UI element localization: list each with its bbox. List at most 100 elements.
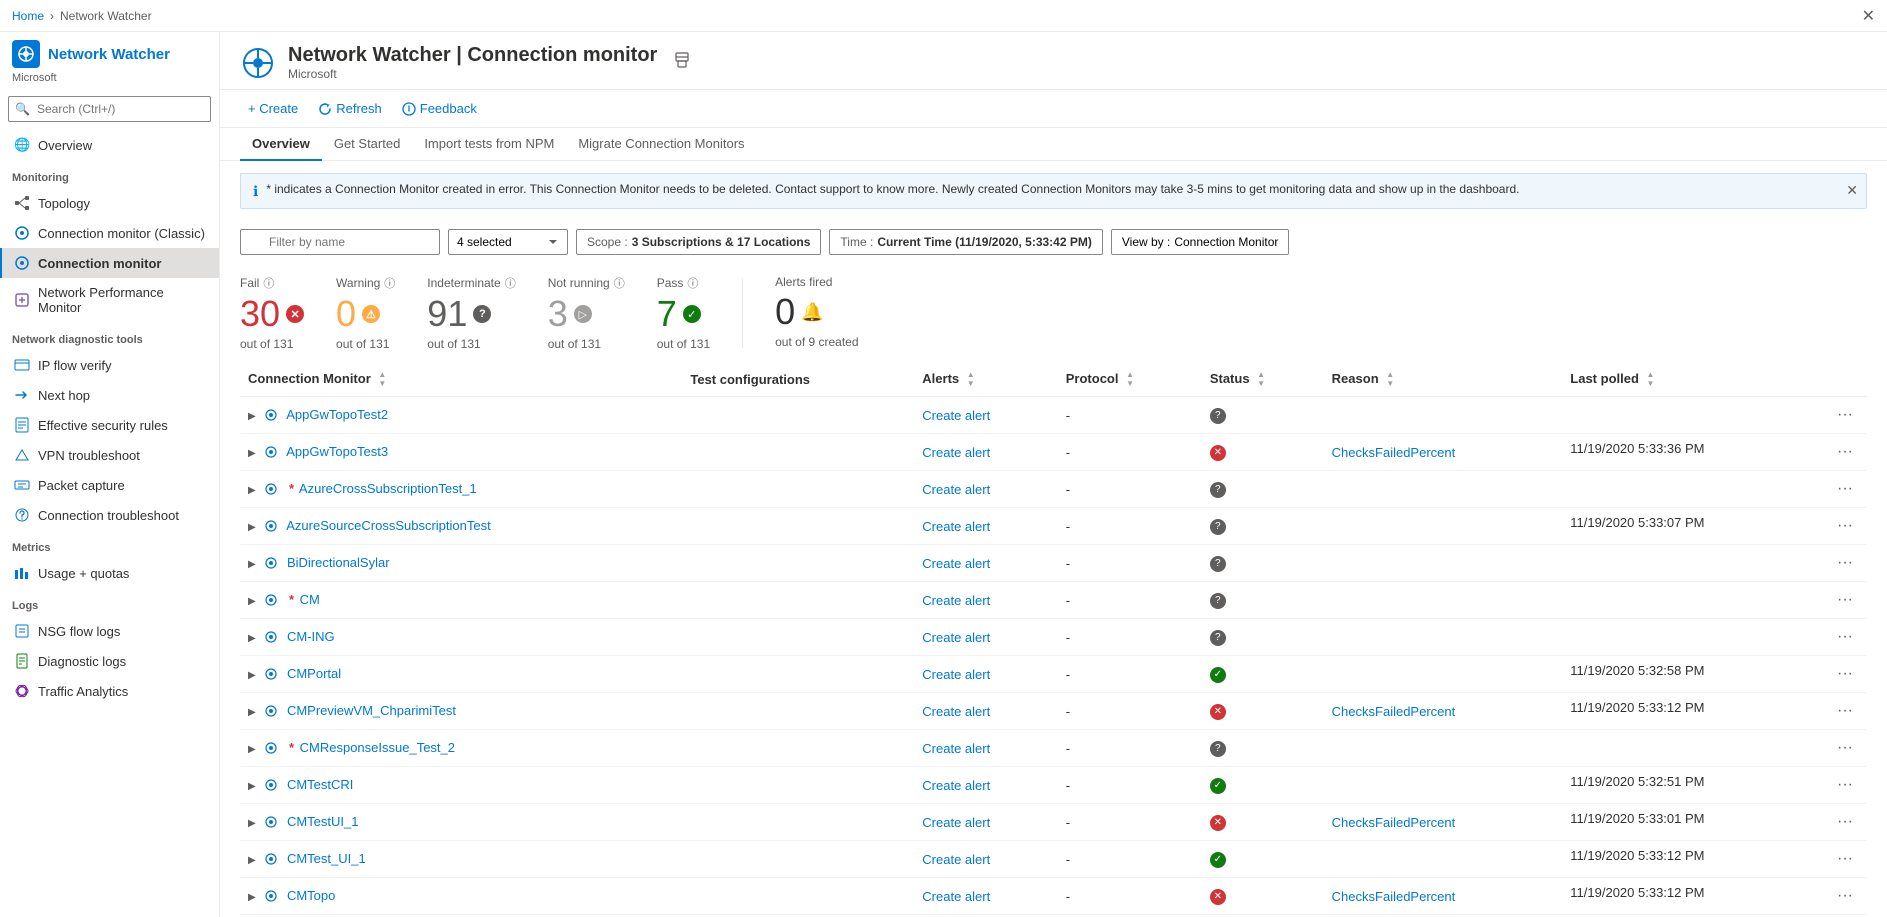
reason-link[interactable]: ChecksFailedPercent — [1332, 889, 1456, 904]
col-last-polled: Last polled ▲▼ — [1562, 363, 1867, 397]
expand-button[interactable]: ▶ — [248, 559, 256, 570]
expand-button[interactable]: ▶ — [248, 744, 256, 755]
monitor-name[interactable]: AzureSourceCrossSubscriptionTest — [286, 518, 490, 533]
create-alert-link[interactable]: Create alert — [922, 445, 990, 460]
sidebar-item-nsg-flow[interactable]: NSG flow logs — [0, 616, 219, 646]
create-alert-link[interactable]: Create alert — [922, 741, 990, 756]
sort-alerts[interactable]: ▲▼ — [967, 371, 975, 388]
tab-import-npm[interactable]: Import tests from NPM — [412, 128, 566, 161]
sidebar-item-next-hop[interactable]: Next hop — [0, 380, 219, 410]
create-alert-link[interactable]: Create alert — [922, 704, 990, 719]
monitor-name[interactable]: CMPortal — [287, 666, 341, 681]
monitor-name[interactable]: CMTopo — [287, 888, 335, 903]
sidebar-item-topology[interactable]: Topology — [0, 188, 219, 218]
expand-button[interactable]: ▶ — [248, 855, 256, 866]
expand-button[interactable]: ▶ — [248, 707, 256, 718]
sort-last-polled[interactable]: ▲▼ — [1647, 371, 1655, 388]
feedback-button[interactable]: Feedback — [394, 96, 485, 121]
sidebar-item-npm[interactable]: Network Performance Monitor — [0, 278, 219, 322]
sidebar-search-input[interactable] — [8, 96, 211, 122]
monitor-name[interactable]: AppGwTopoTest2 — [286, 407, 388, 422]
scope-button[interactable]: Scope : 3 Subscriptions & 17 Locations — [576, 229, 821, 255]
create-alert-link[interactable]: Create alert — [922, 408, 990, 423]
tab-migrate[interactable]: Migrate Connection Monitors — [566, 128, 756, 161]
tab-overview[interactable]: Overview — [240, 128, 322, 161]
expand-button[interactable]: ▶ — [248, 448, 256, 459]
monitor-name[interactable]: CMPreviewVM_ChparimiTest — [287, 703, 456, 718]
expand-button[interactable]: ▶ — [248, 485, 256, 496]
filter-input[interactable] — [240, 229, 440, 255]
monitor-name[interactable]: AppGwTopoTest3 — [286, 444, 388, 459]
create-alert-link[interactable]: Create alert — [922, 519, 990, 534]
row-more-button[interactable]: ··· — [1831, 885, 1859, 907]
reason-link[interactable]: ChecksFailedPercent — [1332, 445, 1456, 460]
create-button[interactable]: + Create — [240, 96, 306, 121]
monitor-name[interactable]: CM — [300, 592, 320, 607]
monitor-name[interactable]: CMTest_UI_1 — [287, 851, 366, 866]
sidebar-item-packet-capture[interactable]: Packet capture — [0, 470, 219, 500]
view-by-button[interactable]: View by : Connection Monitor — [1111, 229, 1290, 255]
sidebar-item-usage-quotas[interactable]: Usage + quotas — [0, 558, 219, 588]
row-more-button[interactable]: ··· — [1831, 811, 1859, 833]
monitor-name[interactable]: CMResponseIssue_Test_2 — [300, 740, 455, 755]
sidebar-item-traffic-analytics[interactable]: Traffic Analytics — [0, 676, 219, 706]
sidebar-item-connection-classic[interactable]: Connection monitor (Classic) — [0, 218, 219, 248]
sidebar-item-connection-troubleshoot[interactable]: Connection troubleshoot — [0, 500, 219, 530]
sidebar-item-connection-monitor[interactable]: Connection monitor — [0, 248, 219, 278]
row-more-button[interactable]: ··· — [1831, 515, 1859, 537]
reason-link[interactable]: ChecksFailedPercent — [1332, 704, 1456, 719]
row-more-button[interactable]: ··· — [1831, 626, 1859, 648]
row-more-button[interactable]: ··· — [1831, 737, 1859, 759]
sort-connection-monitor[interactable]: ▲▼ — [378, 371, 386, 388]
create-alert-link[interactable]: Create alert — [922, 852, 990, 867]
table-row: ▶ CM-ING Create alert - ? ··· — [240, 619, 1867, 656]
expand-button[interactable]: ▶ — [248, 892, 256, 903]
tab-get-started[interactable]: Get Started — [322, 128, 412, 161]
monitor-name[interactable]: AzureCrossSubscriptionTest_1 — [299, 481, 477, 496]
create-alert-link[interactable]: Create alert — [922, 556, 990, 571]
monitor-name[interactable]: CM-ING — [287, 629, 335, 644]
row-more-button[interactable]: ··· — [1831, 552, 1859, 574]
expand-button[interactable]: ▶ — [248, 522, 256, 533]
row-more-button[interactable]: ··· — [1831, 663, 1859, 685]
sort-reason[interactable]: ▲▼ — [1386, 371, 1394, 388]
row-more-button[interactable]: ··· — [1831, 404, 1859, 426]
create-alert-link[interactable]: Create alert — [922, 815, 990, 830]
row-more-button[interactable]: ··· — [1831, 700, 1859, 722]
row-more-button[interactable]: ··· — [1831, 589, 1859, 611]
create-alert-link[interactable]: Create alert — [922, 889, 990, 904]
row-more-button[interactable]: ··· — [1831, 441, 1859, 463]
sidebar-item-diagnostic-logs[interactable]: Diagnostic logs — [0, 646, 219, 676]
monitor-name[interactable]: CMTestUI_1 — [287, 814, 359, 829]
row-more-button[interactable]: ··· — [1831, 478, 1859, 500]
sidebar-item-ip-flow[interactable]: IP flow verify — [0, 350, 219, 380]
row-more-button[interactable]: ··· — [1831, 774, 1859, 796]
time-button[interactable]: Time : Current Time (11/19/2020, 5:33:42… — [829, 229, 1102, 255]
sort-protocol[interactable]: ▲▼ — [1126, 371, 1134, 388]
sidebar-item-vpn-troubleshoot[interactable]: VPN troubleshoot — [0, 440, 219, 470]
create-alert-link[interactable]: Create alert — [922, 482, 990, 497]
expand-button[interactable]: ▶ — [248, 411, 256, 422]
row-more-button[interactable]: ··· — [1831, 848, 1859, 870]
expand-button[interactable]: ▶ — [248, 781, 256, 792]
expand-button[interactable]: ▶ — [248, 670, 256, 681]
monitor-name[interactable]: BiDirectionalSylar — [287, 555, 390, 570]
create-alert-link[interactable]: Create alert — [922, 630, 990, 645]
create-alert-link[interactable]: Create alert — [922, 593, 990, 608]
expand-button[interactable]: ▶ — [248, 633, 256, 644]
sidebar-item-security-rules[interactable]: Effective security rules — [0, 410, 219, 440]
expand-button[interactable]: ▶ — [248, 818, 256, 829]
expand-button[interactable]: ▶ — [248, 596, 256, 607]
close-banner-button[interactable]: ✕ — [1846, 182, 1858, 199]
subscription-select[interactable]: 4 selected — [448, 229, 568, 255]
sidebar-item-overview[interactable]: 🌐 Overview — [0, 130, 219, 160]
breadcrumb-home[interactable]: Home — [12, 9, 44, 23]
refresh-button[interactable]: Refresh — [310, 96, 390, 121]
sort-status[interactable]: ▲▼ — [1257, 371, 1265, 388]
create-alert-link[interactable]: Create alert — [922, 778, 990, 793]
close-button[interactable]: ✕ — [1862, 6, 1875, 26]
create-alert-link[interactable]: Create alert — [922, 667, 990, 682]
reason-link[interactable]: ChecksFailedPercent — [1332, 815, 1456, 830]
monitor-name[interactable]: CMTestCRI — [287, 777, 353, 792]
print-button[interactable] — [673, 51, 691, 74]
